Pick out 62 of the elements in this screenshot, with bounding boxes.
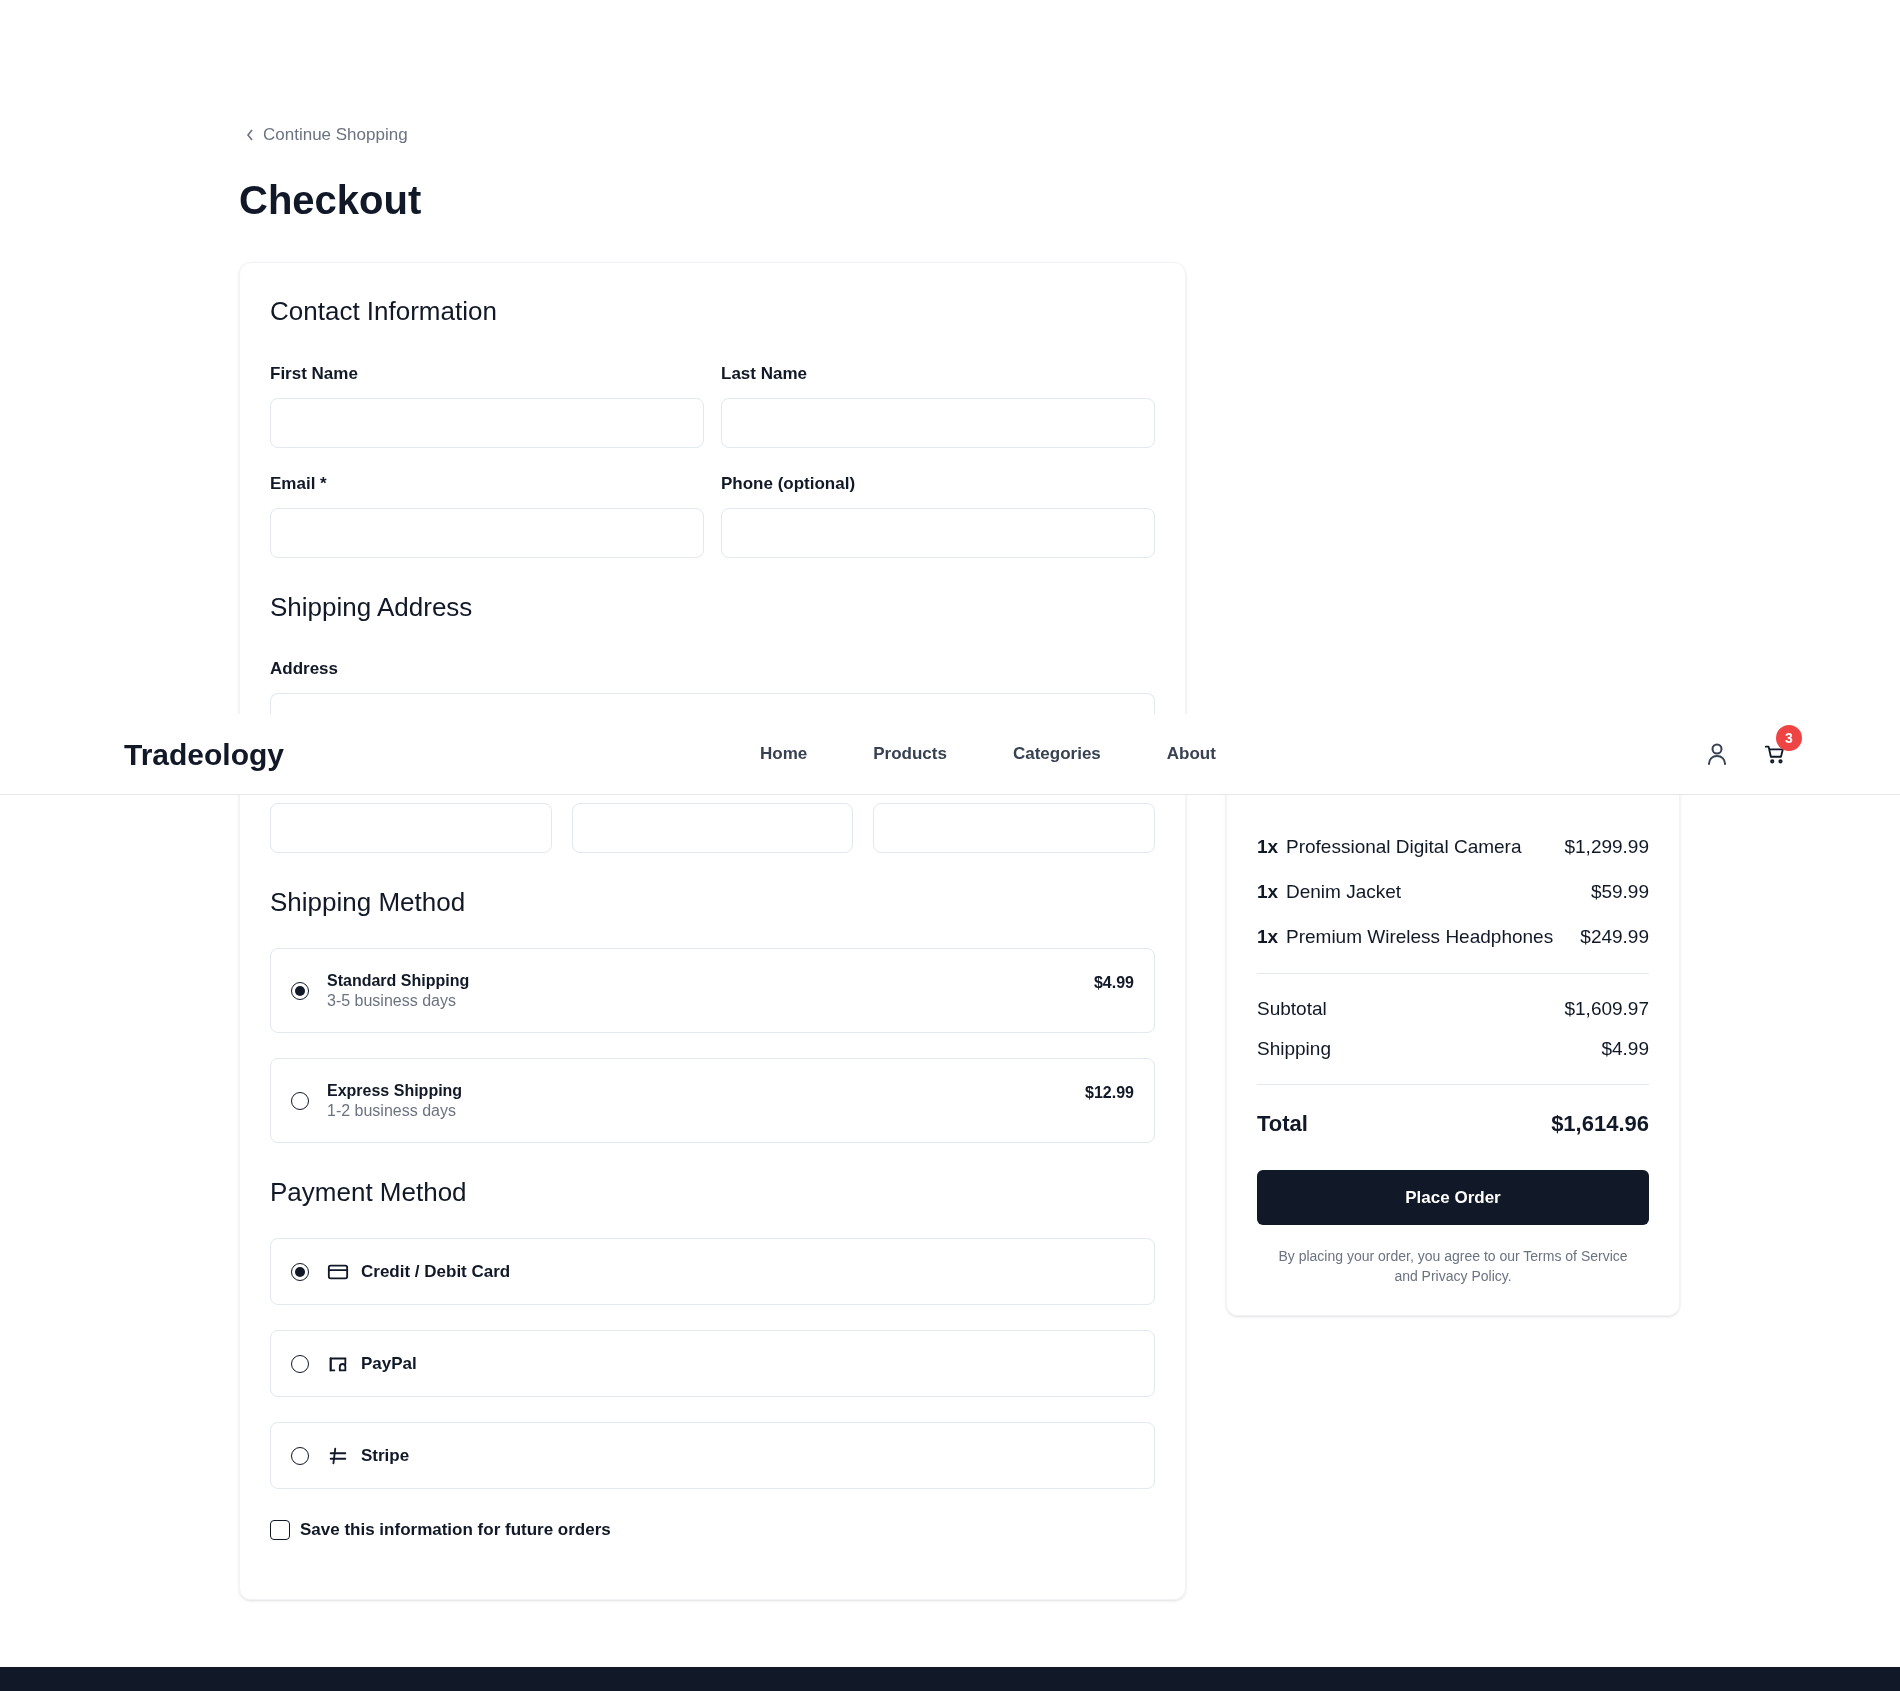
input-field[interactable] — [270, 398, 704, 448]
shipping-option[interactable]: Express Shipping 1-2 business days $12.99 — [270, 1058, 1155, 1143]
nav-link[interactable]: Home — [760, 741, 808, 767]
terms-text: By placing your order, you agree to our Terms of Service and Privacy Policy. — [1277, 1247, 1629, 1286]
input-field[interactable] — [721, 398, 1155, 448]
field-label: Phone (optional) — [721, 473, 857, 495]
option-subtitle: 3-5 business days — [327, 990, 457, 1011]
nav-link[interactable]: Categories — [1012, 741, 1101, 767]
back-link-text: Continue Shopping — [263, 124, 408, 147]
subtotal-value: $1,609.97 — [1564, 996, 1649, 1021]
field-label: Last Name — [721, 363, 808, 385]
field-label: Address — [270, 658, 340, 680]
section-heading: Payment Method — [270, 1176, 468, 1209]
input-field[interactable] — [721, 508, 1155, 558]
item-price: $59.99 — [1590, 879, 1649, 904]
section-heading: Shipping Method — [270, 886, 467, 919]
page-title: Checkout — [239, 177, 423, 224]
item-price: $1,299.99 — [1564, 834, 1649, 859]
cart-count-badge: 3 — [1776, 725, 1802, 751]
payment-option[interactable]: Stripe — [270, 1422, 1155, 1489]
item-name: Professional Digital Camera — [1286, 834, 1523, 859]
back-link[interactable]: Continue Shopping — [245, 123, 1186, 147]
section-heading: Contact Information — [270, 295, 498, 328]
option-title: Express Shipping — [327, 1080, 464, 1101]
item-quantity: 1x — [1257, 834, 1280, 859]
input-field[interactable] — [270, 803, 552, 853]
option-price: $12.99 — [1085, 1083, 1134, 1103]
item-name: Premium Wireless Headphones — [1286, 924, 1555, 949]
option-title: Credit / Debit Card — [361, 1260, 511, 1283]
option-title: Standard Shipping — [327, 970, 471, 991]
option-title: PayPal — [361, 1352, 417, 1375]
nav-link[interactable]: Products — [873, 741, 947, 767]
input-field[interactable] — [270, 508, 704, 558]
chevron-left-icon — [245, 128, 255, 142]
input-field[interactable] — [873, 803, 1155, 853]
item-name: Denim Jacket — [1286, 879, 1403, 904]
input-field[interactable] — [270, 693, 1155, 715]
item-price: $249.99 — [1580, 924, 1649, 949]
user-icon[interactable] — [1706, 742, 1728, 766]
shipping-value: $4.99 — [1601, 1036, 1649, 1061]
section-heading: Shipping Address — [270, 591, 474, 624]
checkbox-label: Save this information for future orders — [300, 1519, 611, 1542]
total-value: $1,614.96 — [1551, 1109, 1649, 1138]
option-title: Stripe — [361, 1444, 410, 1467]
logo[interactable]: Tradeology — [124, 737, 285, 771]
shipping-option[interactable]: Standard Shipping 3-5 business days $4.99 — [270, 948, 1155, 1033]
option-price: $4.99 — [1093, 973, 1134, 993]
payment-option[interactable]: Credit / Debit Card — [270, 1238, 1155, 1305]
cart-icon[interactable] — [1764, 743, 1786, 765]
field-label: First Name — [270, 363, 359, 385]
subtotal-label: Subtotal — [1257, 996, 1327, 1021]
payment-option[interactable]: PayPal — [270, 1330, 1155, 1397]
item-quantity: 1x — [1257, 924, 1280, 949]
nav-link[interactable]: About — [1166, 741, 1216, 767]
field-label: Email * — [270, 473, 328, 495]
option-subtitle: 1-2 business days — [327, 1100, 457, 1121]
checkbox[interactable] — [270, 1520, 290, 1540]
shipping-label: Shipping — [1257, 1036, 1331, 1061]
item-quantity: 1x — [1257, 879, 1280, 904]
input-field[interactable] — [571, 803, 854, 853]
total-label: Total — [1257, 1109, 1308, 1138]
place-order-button[interactable]: Place Order — [1257, 1170, 1649, 1225]
